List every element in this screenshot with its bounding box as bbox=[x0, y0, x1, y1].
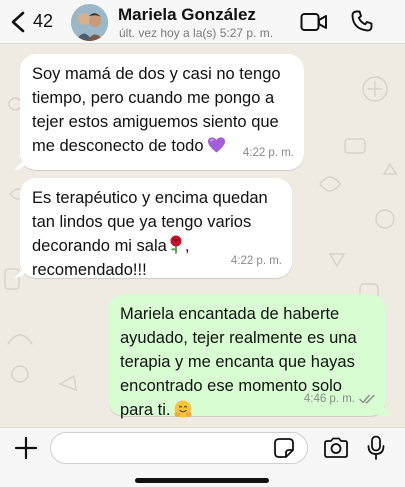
chat-area[interactable]: Soy mamá de dos y casi no tengo tiempo, … bbox=[0, 44, 405, 427]
hugging-face-emoji-icon bbox=[174, 400, 193, 418]
home-indicator bbox=[135, 478, 269, 483]
message-bubble-incoming[interactable]: Es terapéutico y encima quedan tan lindo… bbox=[20, 178, 292, 279]
last-seen-status: últ. vez hoy a la(s) 5:27 p. m. bbox=[119, 26, 274, 40]
rose-emoji-icon bbox=[170, 235, 182, 254]
composer-bar bbox=[0, 427, 405, 487]
unread-count[interactable]: 42 bbox=[33, 11, 53, 32]
message-text: Es terapéutico y encima quedan tan lindo… bbox=[32, 189, 268, 255]
message-time: 4:22 p. m. bbox=[242, 147, 294, 159]
attach-plus-icon[interactable] bbox=[14, 436, 38, 460]
back-arrow-icon[interactable] bbox=[8, 10, 30, 34]
microphone-icon[interactable] bbox=[366, 435, 386, 461]
contact-avatar[interactable] bbox=[71, 4, 108, 41]
camera-icon[interactable] bbox=[323, 437, 349, 459]
read-receipt-double-check-icon bbox=[359, 394, 375, 404]
phone-call-icon[interactable] bbox=[350, 9, 374, 33]
message-bubble-incoming[interactable]: Soy mamá de dos y casi no tengo tiempo, … bbox=[20, 54, 304, 170]
purple-heart-emoji-icon bbox=[207, 137, 225, 153]
message-time: 4:22 p. m. bbox=[230, 255, 282, 267]
video-call-icon[interactable] bbox=[300, 11, 328, 33]
contact-name[interactable]: Mariela González bbox=[118, 5, 256, 25]
message-input[interactable] bbox=[50, 432, 308, 464]
sticker-icon[interactable] bbox=[273, 437, 295, 459]
message-time: 4:46 p. m. bbox=[303, 393, 355, 405]
message-bubble-outgoing[interactable]: Mariela encantada de haberte ayudado, te… bbox=[108, 294, 386, 419]
chat-header: 42 Mariela González últ. vez hoy a la(s)… bbox=[0, 0, 405, 44]
